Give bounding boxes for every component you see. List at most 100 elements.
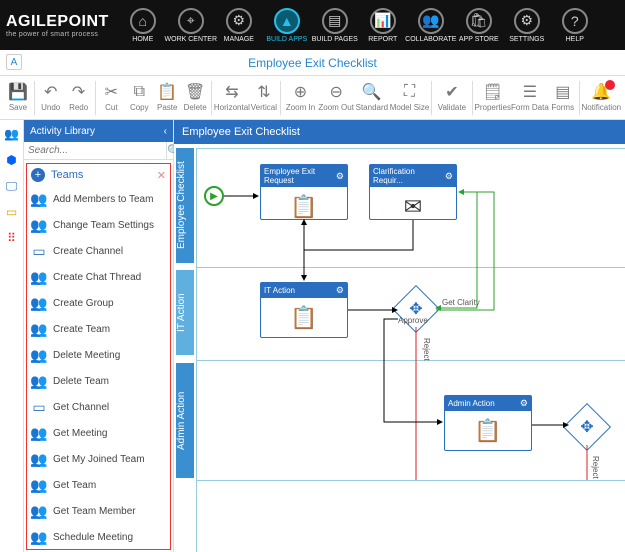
nav-app-store[interactable]: 🛍APP STORE: [455, 8, 503, 43]
activity-item[interactable]: ▭ Get Channel: [27, 394, 170, 420]
activity-label: Get Team Member: [53, 506, 136, 517]
tool-delete[interactable]: 🗑Delete: [181, 83, 209, 112]
process-canvas[interactable]: Employee Exit Checklist Employee Checkli…: [174, 120, 625, 552]
nav-home[interactable]: ⌂HOME: [119, 8, 167, 43]
rail-dropbox[interactable]: ⬢: [4, 152, 20, 168]
tool-redo[interactable]: ↷Redo: [65, 83, 93, 112]
nav-build-pages[interactable]: ▤BUILD PAGES: [311, 8, 359, 43]
rail-monitor[interactable]: 🖵: [4, 178, 20, 194]
rail-teams[interactable]: 👥: [4, 126, 20, 142]
title-bar: A Employee Exit Checklist: [0, 50, 625, 76]
tool-standard[interactable]: 🔍Standard: [354, 83, 390, 112]
tool-validate[interactable]: ✔Validate: [434, 83, 470, 112]
gear-icon[interactable]: ⚙: [336, 171, 344, 182]
properties-icon: 🗒: [483, 83, 503, 101]
tool-save[interactable]: 💾Save: [4, 83, 32, 112]
tool-label: Zoom Out: [318, 103, 354, 112]
tool-label: Cut: [105, 103, 117, 112]
close-icon[interactable]: ✕: [157, 169, 166, 182]
activity-item[interactable]: 👥Schedule Meeting: [27, 524, 170, 550]
tool-label: Delete: [184, 103, 207, 112]
tool-zoomin[interactable]: ⊕Zoom In: [283, 83, 319, 112]
activity-item[interactable]: 👥Delete Meeting: [27, 342, 170, 368]
activity-icon: 👥: [31, 321, 47, 337]
node-it-action[interactable]: IT Action⚙ 📋: [260, 282, 348, 338]
activity-item[interactable]: ▭Create Channel: [27, 238, 170, 264]
tool-label: Zoom In: [286, 103, 315, 112]
tool-horizontal[interactable]: ⇆Horizontal: [214, 83, 250, 112]
nav-work-center[interactable]: ⌖WORK CENTER: [167, 8, 215, 43]
node-employee-exit-request[interactable]: Employee Exit Request⚙ 📋: [260, 164, 348, 220]
validate-icon: ✔: [445, 83, 458, 101]
swimlane-label-3[interactable]: Admin Action: [176, 363, 194, 478]
activity-item[interactable]: 👥 Get My Joined Team: [27, 446, 170, 472]
activity-icon: 👥: [31, 451, 47, 467]
nav-collaborate[interactable]: 👥COLLABORATE: [407, 8, 455, 43]
activity-label: Delete Meeting: [53, 350, 120, 361]
nav-icon: ▲: [274, 8, 300, 34]
activity-group-header[interactable]: + Teams ✕: [27, 164, 170, 186]
activity-item[interactable]: 👥Change Team Settings: [27, 212, 170, 238]
activity-library-header[interactable]: Activity Library ‹: [24, 120, 173, 142]
activity-item[interactable]: 👥Get Meeting: [27, 420, 170, 446]
activity-item[interactable]: 👥Get Team Member: [27, 498, 170, 524]
gateway-2[interactable]: ✥: [563, 403, 611, 451]
activity-label: Change Team Settings: [53, 220, 154, 231]
tool-formdata[interactable]: ☰Form Data: [511, 83, 549, 112]
start-event[interactable]: ▶: [204, 186, 224, 206]
activity-search-input[interactable]: [24, 142, 166, 159]
node-admin-action[interactable]: Admin Action⚙ 📋: [444, 395, 532, 451]
tool-modelsize[interactable]: ⛶Model Size: [390, 83, 430, 112]
activity-item[interactable]: 👥Create Team: [27, 316, 170, 342]
gear-icon[interactable]: ⚙: [445, 171, 453, 182]
activity-item[interactable]: 👥Create Chat Thread: [27, 264, 170, 290]
gear-icon[interactable]: ⚙: [336, 285, 344, 296]
tool-forms[interactable]: ▤Forms: [549, 83, 577, 112]
nav-icon: ⚙: [226, 8, 252, 34]
tool-cut[interactable]: ✂ Cut: [97, 83, 125, 112]
nav-help[interactable]: ?HELP: [551, 8, 599, 43]
activity-item[interactable]: 👥Get Team: [27, 472, 170, 498]
nav-build-apps[interactable]: ▲BUILD APPS: [263, 8, 311, 43]
gear-icon[interactable]: ⚙: [520, 398, 528, 409]
rail-flow[interactable]: ⠿: [4, 230, 20, 246]
plus-icon[interactable]: +: [31, 168, 45, 182]
brand-title: AGILEPOINT: [6, 13, 109, 31]
nav-report[interactable]: 📊REPORT: [359, 8, 407, 43]
swimlane-label-2[interactable]: IT Action: [176, 270, 194, 355]
app-badge[interactable]: A: [6, 54, 22, 70]
forms-icon: ▤: [555, 83, 570, 101]
tool-notification[interactable]: 🔔Notification: [582, 83, 622, 112]
activity-label: Delete Team: [53, 376, 109, 387]
activity-label: Get My Joined Team: [53, 454, 145, 465]
activity-library-title: Activity Library: [30, 126, 95, 137]
nav-settings[interactable]: ⚙SETTINGS: [503, 8, 551, 43]
activity-label: Get Channel: [53, 402, 109, 413]
activity-item[interactable]: 👥Delete Team: [27, 368, 170, 394]
tool-copy[interactable]: ⧉Copy: [125, 83, 153, 112]
swimlane-label-1[interactable]: Employee Checklist: [176, 148, 194, 263]
activity-icon: 👥: [31, 425, 47, 441]
node-clarification[interactable]: Clarification Requir...⚙ ✉: [369, 164, 457, 220]
rail-window[interactable]: ▭: [4, 204, 20, 220]
page-title: Employee Exit Checklist: [248, 56, 377, 70]
activity-item[interactable]: 👥Create Group: [27, 290, 170, 316]
nav-label: WORK CENTER: [165, 36, 218, 43]
tool-paste[interactable]: 📋Paste: [153, 83, 181, 112]
gateway-1[interactable]: ✥: [392, 285, 440, 333]
tool-vertical[interactable]: ⇅Vertical: [250, 83, 278, 112]
toolbar: 💾Save↶Undo↷Redo ✂ Cut ⧉Copy📋Paste🗑Delete⇆Ho…: [0, 76, 625, 120]
nav-label: APP STORE: [459, 36, 499, 43]
activity-icon: 👥: [31, 529, 47, 545]
activity-item[interactable]: 👥Add Members to Team: [27, 186, 170, 212]
activity-icon: 👥: [31, 191, 47, 207]
collapse-icon[interactable]: ‹: [164, 126, 167, 137]
nav-icon: ▤: [322, 8, 348, 34]
tool-undo[interactable]: ↶Undo: [37, 83, 65, 112]
tool-zoomout[interactable]: ⊖Zoom Out: [318, 83, 354, 112]
activity-icon: ▭: [31, 399, 47, 415]
canvas-tab[interactable]: Employee Exit Checklist: [182, 126, 300, 138]
tool-properties[interactable]: 🗒Properties: [475, 83, 511, 112]
cut-icon: ✂: [105, 83, 118, 101]
nav-manage[interactable]: ⚙MANAGE: [215, 8, 263, 43]
